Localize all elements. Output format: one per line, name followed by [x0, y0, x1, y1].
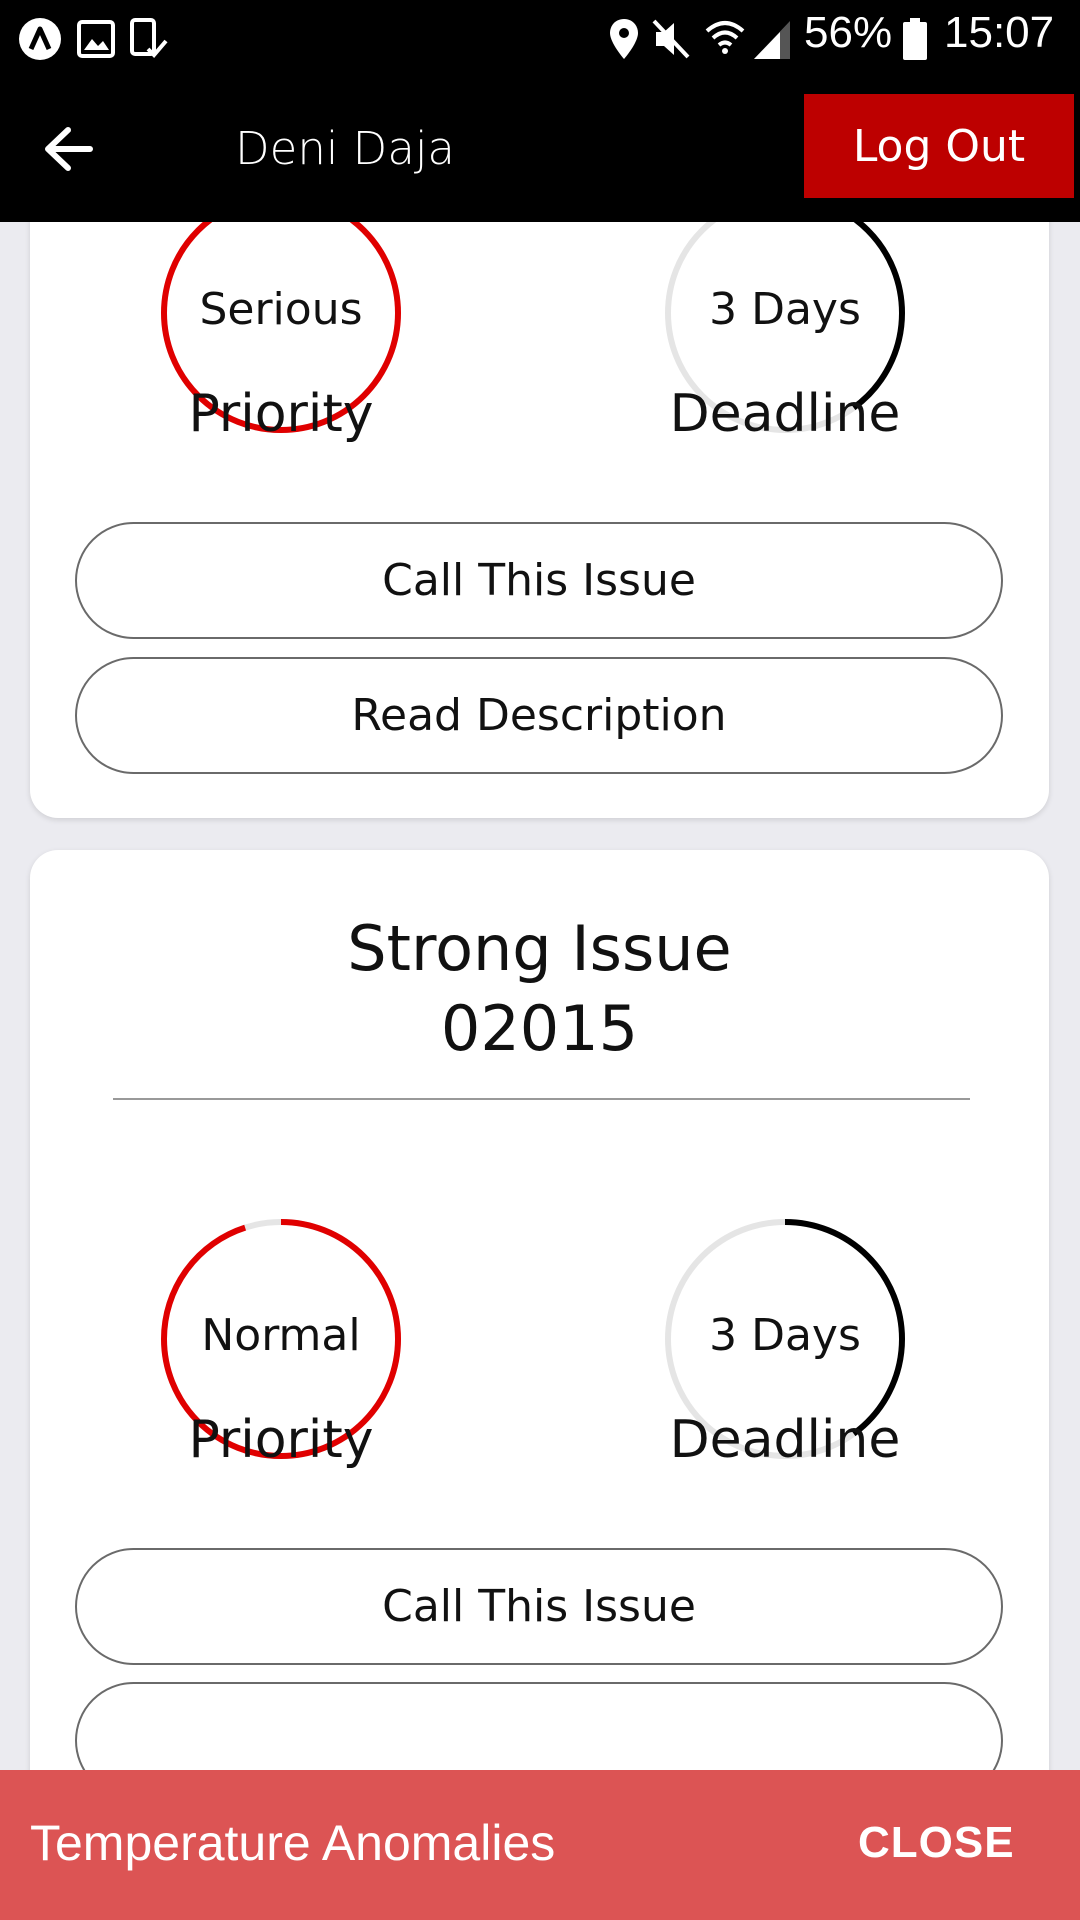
snackbar-close-button[interactable]: CLOSE	[858, 1818, 1015, 1868]
clock: 15:07	[944, 8, 1055, 57]
wifi-icon	[705, 21, 745, 54]
deadline-value: 3 Days	[709, 284, 861, 335]
mute-icon	[652, 19, 690, 59]
priority-value: Serious	[199, 284, 363, 335]
back-arrow-icon[interactable]	[38, 118, 100, 180]
issue-title: Strong Issue	[347, 912, 732, 985]
call-issue-button[interactable]: Call This Issue	[75, 1548, 1003, 1665]
issues-list[interactable]: Serious Priority 3 Days Deadline Call Th…	[0, 222, 1080, 1770]
app-header: Deni Daja Log Out	[0, 78, 1080, 222]
snackbar: Temperature Anomalies CLOSE	[0, 1770, 1080, 1920]
app-logo-icon	[19, 18, 61, 60]
card-divider	[113, 1098, 970, 1100]
deadline-label: Deadline	[669, 384, 901, 444]
location-icon	[610, 19, 638, 59]
battery-percentage: 56%	[804, 8, 893, 57]
signal-icon	[754, 21, 790, 59]
download-done-icon	[130, 18, 168, 58]
status-bar: 56% 15:07	[0, 0, 1080, 78]
read-description-button[interactable]	[75, 1682, 1003, 1770]
priority-label: Priority	[188, 1410, 374, 1470]
user-name: Deni Daja	[235, 122, 455, 175]
call-issue-button[interactable]: Call This Issue	[75, 522, 1003, 639]
snackbar-message: Temperature Anomalies	[30, 1815, 556, 1871]
issue-number: 02015	[440, 992, 639, 1065]
issue-card: Strong Issue 02015 Normal Priority 3 Day…	[30, 850, 1049, 1770]
battery-icon	[903, 18, 927, 60]
gallery-icon	[77, 20, 115, 58]
deadline-value: 3 Days	[709, 1310, 861, 1361]
priority-value: Normal	[201, 1310, 361, 1361]
issue-card: Serious Priority 3 Days Deadline Call Th…	[30, 222, 1049, 818]
logout-button[interactable]: Log Out	[804, 94, 1074, 198]
deadline-label: Deadline	[669, 1410, 901, 1470]
priority-label: Priority	[188, 384, 374, 444]
read-description-button[interactable]: Read Description	[75, 657, 1003, 774]
